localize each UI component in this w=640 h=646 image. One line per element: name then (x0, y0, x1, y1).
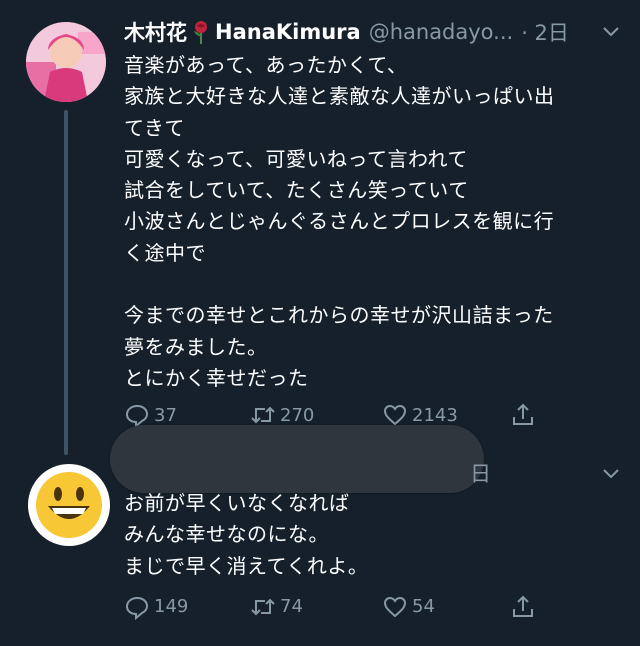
avatar[interactable] (26, 22, 106, 102)
tweet-text: 音楽があって、あったかくて、 家族と大好きな人達と素敵な人達がいっぱい出 てきて… (124, 50, 622, 394)
retweet-icon (251, 598, 275, 616)
tweet-line: てきて (124, 115, 185, 140)
share-button[interactable] (510, 594, 536, 620)
reply-icon (125, 596, 149, 620)
chevron-down-icon[interactable] (600, 462, 622, 484)
tweet-line (124, 269, 622, 300)
like-count: 2143 (412, 404, 458, 426)
tweet[interactable]: 木村花 HanaKimura @hanadayo... · 2日 音楽があって、… (124, 14, 622, 434)
user-handle[interactable]: @hanadayo... (369, 20, 514, 44)
reply-count: 149 (154, 596, 189, 618)
share-icon (513, 403, 533, 426)
tweet-line: お前が早くいなくなれば (124, 491, 350, 515)
reply-button[interactable]: 149 (124, 594, 188, 620)
like-count: 54 (412, 596, 435, 618)
tweet-line: 家族と大好きな人達と素敵な人達がいっぱい出 (124, 84, 555, 109)
tweet-line: まじで早く消えてくれよ。 (124, 553, 369, 578)
like-button[interactable]: 54 (382, 594, 435, 620)
reply-count: 37 (154, 404, 177, 426)
rose-icon (194, 21, 207, 44)
reply-tweet[interactable]: お前が早くいなくなれば みんな幸せなのにな。 まじで早く消えてくれよ。 149 … (124, 488, 622, 626)
smiling-face-emoji-icon (36, 472, 102, 538)
tweet-line: 今までの幸せとこれからの幸せが沢山詰まった (124, 303, 554, 328)
chevron-down-icon[interactable] (600, 20, 622, 42)
display-name-suffix[interactable]: HanaKimura (215, 20, 361, 44)
tweet-line: とにかく幸せだった (124, 365, 309, 390)
tweet-line: 小波さんとじゃんぐるさんとプロレスを観に行 (124, 209, 555, 234)
tweet-line: 可愛くなって、可愛いねって言われて (124, 146, 468, 171)
tweet-line: 夢をみました。 (124, 334, 268, 359)
tweet-line: 音楽があって、あったかくて、 (124, 53, 408, 77)
share-icon (513, 595, 533, 617)
redaction-overlay (110, 425, 484, 493)
thread-connector (64, 110, 68, 455)
tweet-line: く途中で (124, 240, 206, 265)
heart-icon (383, 596, 407, 618)
avatar-photo (26, 22, 106, 102)
tweet-line: 試合をしていて、たくさん笑っていて (124, 178, 469, 203)
share-button[interactable] (510, 402, 536, 428)
retweet-count: 74 (280, 596, 303, 618)
tweet-header: 木村花 HanaKimura @hanadayo... · 2日 (124, 14, 622, 50)
retweet-button[interactable]: 74 (250, 594, 303, 620)
tweet-actions: 149 74 54 (124, 594, 622, 626)
retweet-count: 270 (280, 404, 315, 426)
timestamp[interactable]: 日 (470, 458, 491, 488)
display-name[interactable]: 木村花 (124, 17, 187, 47)
avatar[interactable] (28, 464, 110, 546)
tweet-text: お前が早くいなくなれば みんな幸せなのにな。 まじで早く消えてくれよ。 (124, 488, 622, 582)
tweet-line: みんな幸せなのにな。 (124, 522, 329, 547)
timestamp[interactable]: · 2日 (521, 17, 569, 47)
